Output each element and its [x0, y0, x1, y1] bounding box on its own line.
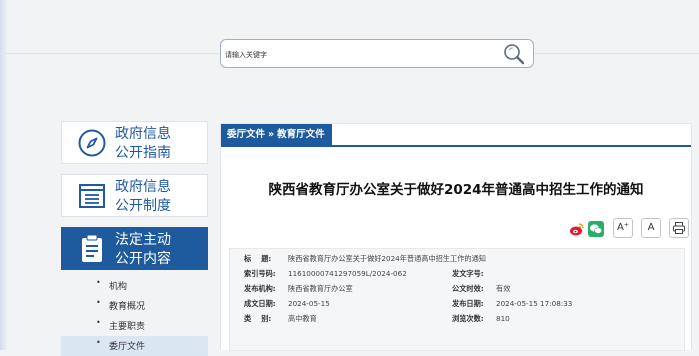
- meta-category-label: 类 别:: [244, 314, 272, 323]
- bullet-icon: •: [96, 338, 101, 347]
- print-button[interactable]: [669, 218, 689, 238]
- weibo-share-icon[interactable]: [569, 221, 585, 237]
- article-title: 陕西省教育厅办公室关于做好2024年普通高中招生工作的通知: [268, 182, 644, 198]
- article-panel: 委厅文件» 教育厅文件 陕西省教育厅办公室关于做好2024年普通高中招生工作的通知…: [220, 123, 692, 351]
- sidebar-card-content[interactable]: 法定主动 公开内容: [61, 227, 208, 270]
- meta-views-value: 810: [496, 314, 510, 323]
- search-icon: [504, 44, 525, 65]
- meta-validity-label: 公文时效:: [452, 284, 484, 293]
- meta-index-label: 索引号码:: [244, 269, 276, 278]
- compass-icon: [78, 129, 106, 157]
- font-increase-button[interactable]: A⁺: [613, 218, 633, 238]
- breadcrumb-link-edu-docs[interactable]: 教育厅文件: [277, 129, 325, 140]
- meta-org-label: 发布机构:: [244, 284, 276, 293]
- breadcrumb-separator: »: [268, 129, 275, 140]
- meta-title-label: 标 题:: [244, 254, 272, 263]
- sidebar-card-system-title: 政府信息 公开制度: [115, 179, 171, 214]
- subnav-item-duties[interactable]: • 主要职责: [61, 316, 208, 336]
- meta-published-value: 2024-05-15 17:08:33: [496, 299, 573, 308]
- search-input[interactable]: [223, 45, 487, 65]
- subnav-item-label: 委厅文件: [109, 342, 146, 352]
- bullet-icon: •: [96, 318, 101, 327]
- font-decrease-button[interactable]: A: [641, 218, 661, 238]
- meta-docno-label: 发文字号:: [452, 269, 484, 278]
- subnav-item-documents[interactable]: • 委厅文件: [61, 336, 208, 356]
- breadcrumb-link-docs[interactable]: 委厅文件: [227, 129, 265, 140]
- sidebar-card-guide[interactable]: 政府信息 公开指南: [61, 121, 208, 164]
- meta-validity-value: 有效: [496, 284, 511, 293]
- meta-created-value: 2024-05-15: [288, 299, 330, 308]
- meta-title-value: 陕西省教育厅办公室关于做好2024年普通高中招生工作的通知: [288, 254, 486, 263]
- search-button[interactable]: [501, 42, 527, 66]
- subnav-item-label: 主要职责: [109, 322, 146, 332]
- meta-published-label: 发布日期:: [452, 299, 484, 308]
- meta-created-label: 成文日期:: [244, 299, 276, 308]
- sidebar-card-system[interactable]: 政府信息 公开制度: [61, 174, 208, 217]
- subnav-item-org[interactable]: • 机构: [61, 276, 208, 296]
- subnav-item-overview[interactable]: • 教育概况: [61, 296, 208, 316]
- clipboard-icon: [82, 234, 102, 262]
- meta-views-label: 浏览次数:: [452, 314, 484, 323]
- search-box: [220, 39, 534, 68]
- subnav-item-label: 机构: [109, 282, 128, 292]
- breadcrumb: 委厅文件» 教育厅文件: [221, 124, 332, 145]
- bullet-icon: •: [96, 278, 101, 287]
- meta-index-value: 11610000741297059L/2024-062: [288, 269, 407, 278]
- printer-icon: [673, 222, 685, 234]
- meta-category-value: 高中教育: [288, 314, 317, 323]
- wechat-share-icon[interactable]: [588, 221, 604, 237]
- bullet-icon: •: [96, 298, 101, 307]
- document-list-icon: [79, 184, 105, 208]
- breadcrumb-bar: 委厅文件» 教育厅文件: [221, 124, 691, 147]
- subnav-item-label: 教育概况: [109, 302, 146, 312]
- document-metadata: 标 题: 陕西省教育厅办公室关于做好2024年普通高中招生工作的通知 索引号码:…: [229, 248, 685, 351]
- meta-org-value: 陕西省教育厅办公室: [288, 284, 353, 293]
- sidebar-card-content-title: 法定主动 公开内容: [115, 232, 171, 267]
- sidebar-card-guide-title: 政府信息 公开指南: [115, 126, 171, 161]
